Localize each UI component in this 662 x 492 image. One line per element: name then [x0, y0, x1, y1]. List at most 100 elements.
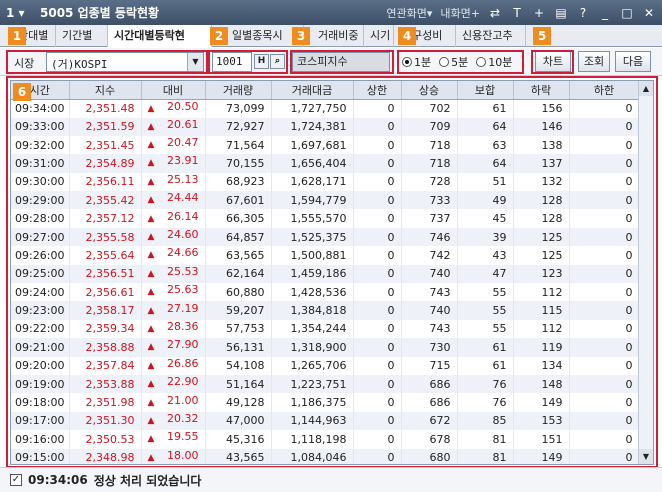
col-unchanged[interactable]: 보합: [457, 81, 514, 100]
table-row[interactable]: 09:23:00 2,358.17 ▲ 27.19 59,207 1,384,818 0 74…: [11, 301, 640, 320]
link-icon[interactable]: ⇄: [488, 6, 502, 20]
tab-market-cap[interactable]: 시기: [364, 25, 394, 47]
table-row[interactable]: 09:30:00 2,356.11 ▲ 25.13 68,923 1,628,171 0 72…: [11, 172, 640, 192]
minimize-icon[interactable]: _: [598, 6, 612, 20]
cell-rise: 743: [401, 319, 458, 339]
cell-upper-limit: 0: [353, 448, 402, 464]
cell-upper-limit: 0: [353, 338, 402, 357]
cell-volume: 72,927: [205, 117, 272, 136]
maximize-icon[interactable]: □: [620, 6, 634, 20]
cell-upper-limit: 0: [353, 393, 402, 412]
radio-dot: [476, 57, 487, 67]
table-row[interactable]: 09:20:00 2,357.84 ▲ 26.86 54,108 1,265,706 0 71…: [11, 356, 640, 375]
table-row[interactable]: 09:32:00 2,351.45 ▲ 20.47 71,564 1,697,681 0 71…: [11, 135, 640, 155]
cell-lower-limit: 0: [569, 374, 640, 394]
table-row[interactable]: 09:25:00 2,356.51 ▲ 25.53 62,164 1,459,186 0 74…: [11, 264, 640, 284]
cell-amount: 1,265,706: [271, 356, 354, 375]
status-checkbox[interactable]: ✓: [10, 474, 22, 486]
cell-rise: 686: [401, 393, 458, 412]
col-upper-limit[interactable]: 상한: [353, 81, 402, 100]
up-arrow-icon: ▲: [147, 360, 155, 371]
cell-fall: 125: [513, 227, 570, 247]
close-icon[interactable]: ✕: [642, 6, 656, 20]
cell-upper-limit: 0: [353, 209, 402, 228]
cell-amount: 1,727,750: [271, 99, 354, 118]
my-screens-menu[interactable]: 내화면+: [440, 5, 480, 21]
plus-icon[interactable]: +: [532, 6, 546, 20]
cell-time: 09:25:00: [11, 264, 70, 284]
table-row[interactable]: 09:26:00 2,355.64 ▲ 24.66 63,565 1,500,881 0 74…: [11, 246, 640, 265]
scroll-down-icon[interactable]: ▼: [639, 449, 653, 464]
cell-fall: 132: [513, 172, 570, 192]
table-row[interactable]: 09:16:00 2,350.53 ▲ 19.55 45,316 1,118,198 0 67…: [11, 430, 640, 449]
cell-unchanged: 39: [457, 227, 514, 247]
help-icon[interactable]: ?: [576, 6, 590, 20]
col-volume[interactable]: 거래량: [205, 81, 272, 100]
cell-rise: 672: [401, 411, 458, 431]
screen-number[interactable]: 1 ▾: [0, 6, 40, 20]
radio-10min[interactable]: 10분: [476, 54, 512, 70]
cell-volume: 60,880: [205, 283, 272, 302]
cell-change: ▲ 20.50: [141, 99, 206, 118]
cell-amount: 1,186,375: [271, 393, 354, 412]
cell-lower-limit: 0: [569, 301, 640, 320]
tab-trade-ratio[interactable]: 거래비중: [304, 25, 364, 47]
tab-time-trend[interactable]: 시간대별등락현: [108, 25, 212, 47]
table-row[interactable]: 09:18:00 2,351.98 ▲ 21.00 49,128 1,186,375 0 68…: [11, 393, 640, 412]
table-row[interactable]: 09:34:00 2,351.48 ▲ 20.50 73,099 1,727,750 0 70…: [11, 99, 640, 118]
search-icon[interactable]: ⌕: [270, 54, 285, 69]
cell-unchanged: 43: [457, 246, 514, 265]
cell-unchanged: 64: [457, 154, 514, 173]
index-code-input[interactable]: 1001: [212, 52, 252, 72]
cell-volume: 49,128: [205, 393, 272, 412]
chart-button[interactable]: 차트: [535, 51, 571, 72]
cell-upper-limit: 0: [353, 135, 402, 155]
cell-fall: 149: [513, 448, 570, 464]
cell-upper-limit: 0: [353, 172, 402, 192]
col-change[interactable]: 대비: [141, 81, 206, 100]
chevron-down-icon[interactable]: ▼: [187, 53, 203, 71]
table-row[interactable]: 09:24:00 2,356.61 ▲ 25.63 60,880 1,428,536 0 74…: [11, 283, 640, 302]
query-button[interactable]: 조회: [578, 51, 610, 72]
radio-5min[interactable]: 5분: [439, 54, 468, 70]
table-row[interactable]: 09:15:00 2,348.98 ▲ 18.00 43,565 1,084,046 0 68…: [11, 448, 640, 464]
cell-volume: 63,565: [205, 246, 272, 265]
next-button[interactable]: 다음: [615, 51, 651, 72]
table-row[interactable]: 09:31:00 2,354.89 ▲ 23.91 70,155 1,656,404 0 71…: [11, 154, 640, 173]
table-row[interactable]: 09:28:00 2,357.12 ▲ 26.14 66,305 1,555,570 0 73…: [11, 209, 640, 228]
tab-by-period[interactable]: 기간별: [56, 25, 108, 47]
table-row[interactable]: 09:33:00 2,351.59 ▲ 20.61 72,927 1,724,381 0 70…: [11, 117, 640, 136]
cell-fall: 128: [513, 209, 570, 228]
table-row[interactable]: 09:27:00 2,355.58 ▲ 24.60 64,857 1,525,375 0 74…: [11, 227, 640, 247]
cell-lower-limit: 0: [569, 283, 640, 302]
cell-time: 09:33:00: [11, 117, 70, 136]
col-fall[interactable]: 하락: [513, 81, 570, 100]
radio-1min[interactable]: 1분: [402, 54, 431, 70]
print-icon[interactable]: ▤: [554, 6, 568, 20]
market-select[interactable]: (거)KOSPI ▼: [46, 52, 204, 72]
vertical-scrollbar[interactable]: ▲ ▼: [638, 81, 653, 464]
cell-change: ▲ 28.36: [141, 319, 206, 339]
cell-rise: 746: [401, 227, 458, 247]
callout-6: 6: [13, 83, 31, 101]
scroll-up-icon[interactable]: ▲: [639, 81, 653, 96]
cell-volume: 64,857: [205, 227, 272, 247]
cell-unchanged: 45: [457, 209, 514, 228]
cell-unchanged: 55: [457, 319, 514, 339]
table-row[interactable]: 09:21:00 2,358.88 ▲ 27.90 56,131 1,318,900 0 73…: [11, 338, 640, 357]
history-button[interactable]: H: [254, 54, 269, 69]
table-row[interactable]: 09:19:00 2,353.88 ▲ 22.90 51,164 1,223,751 0 68…: [11, 374, 640, 394]
linked-screens-menu[interactable]: 연관화면▾: [386, 5, 432, 21]
col-index[interactable]: 지수: [69, 81, 142, 100]
col-lower-limit[interactable]: 하한: [569, 81, 640, 100]
table-row[interactable]: 09:17:00 2,351.30 ▲ 20.32 47,000 1,144,963 0 67…: [11, 411, 640, 431]
up-arrow-icon: ▲: [147, 213, 155, 224]
tab-credit-balance[interactable]: 신용잔고추: [456, 25, 526, 47]
table-row[interactable]: 09:22:00 2,359.34 ▲ 28.36 57,753 1,354,244 0 74…: [11, 319, 640, 339]
interval-radio-group: 1분 5분 10분: [402, 53, 512, 71]
text-icon[interactable]: T: [510, 6, 524, 20]
table-row[interactable]: 09:29:00 2,355.42 ▲ 24.44 67,601 1,594,779 0 73…: [11, 191, 640, 210]
col-amount[interactable]: 거래대금: [271, 81, 354, 100]
col-rise[interactable]: 상승: [401, 81, 458, 100]
cell-unchanged: 63: [457, 135, 514, 155]
